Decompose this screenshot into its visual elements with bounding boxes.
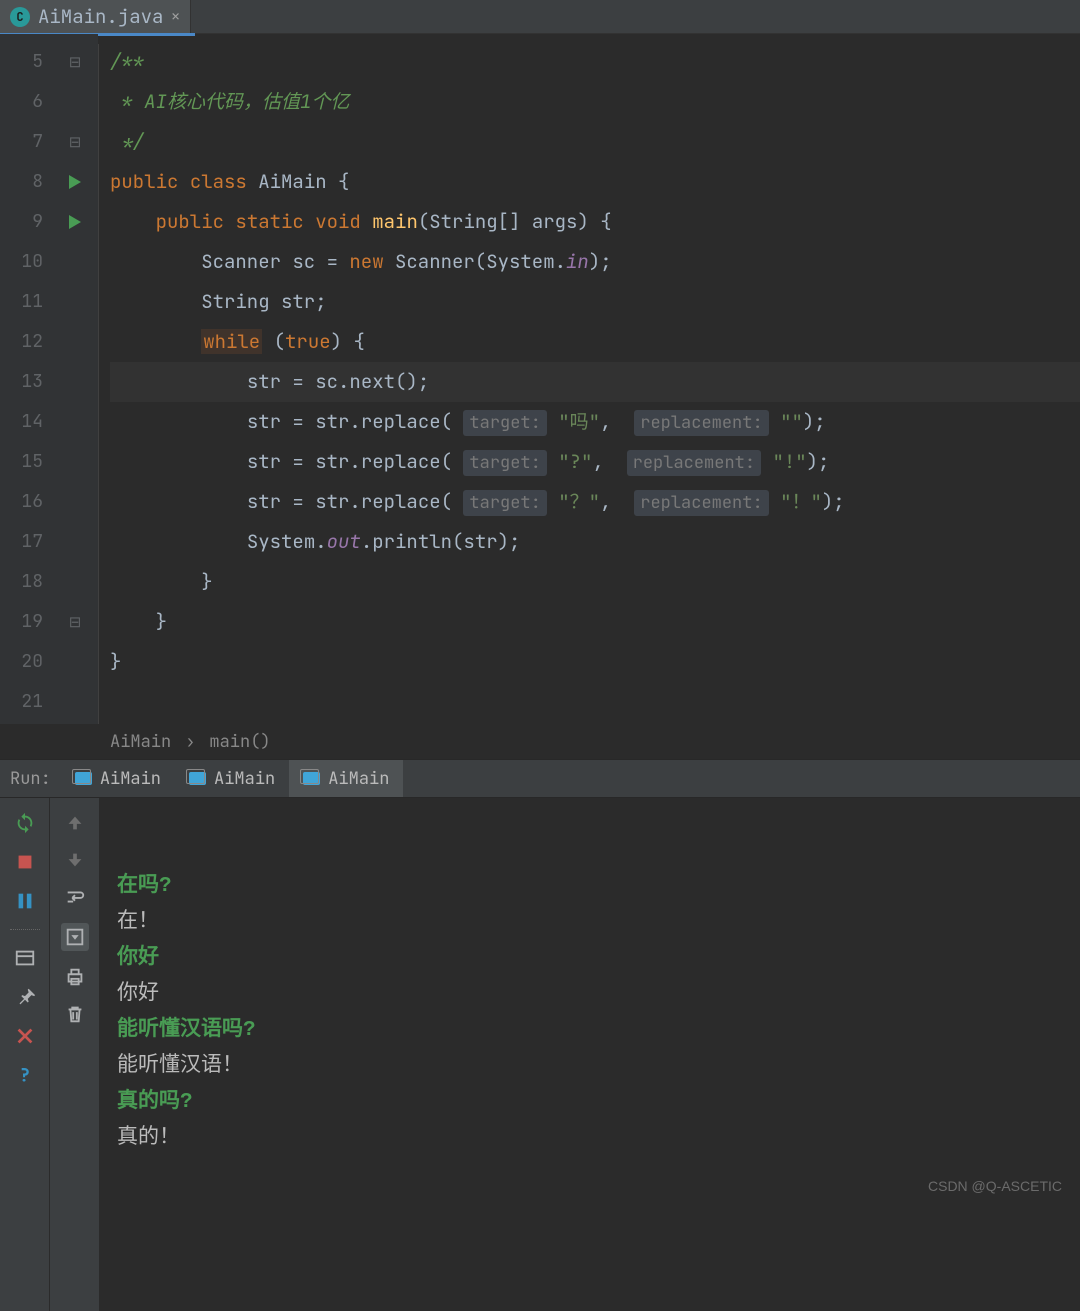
run-gutter-icon[interactable] bbox=[69, 175, 81, 189]
parameter-hint: target: bbox=[463, 410, 546, 436]
close-icon[interactable] bbox=[14, 1025, 36, 1047]
run-config-tab[interactable]: AiMain bbox=[289, 760, 403, 797]
run-tool-window: ? 在吗? 在！ 你好 你好 能听懂汉语吗? 能听懂汉语！ 真的吗? 真的！ bbox=[0, 798, 1080, 1311]
console-output-line: 你好 bbox=[117, 977, 1080, 1013]
console-icon bbox=[189, 772, 206, 785]
rerun-icon[interactable] bbox=[14, 812, 36, 834]
run-gutter-icon[interactable] bbox=[69, 215, 81, 229]
console-output[interactable]: 在吗? 在！ 你好 你好 能听懂汉语吗? 能听懂汉语！ 真的吗? 真的！ bbox=[99, 798, 1080, 1311]
run-config-tab[interactable]: AiMain bbox=[175, 760, 289, 797]
java-class-icon: C bbox=[10, 7, 30, 27]
print-icon[interactable] bbox=[64, 966, 86, 988]
breadcrumb-separator: › bbox=[185, 731, 195, 753]
run-tool-tabbar: Run: AiMain AiMain AiMain bbox=[0, 759, 1080, 798]
parameter-hint: target: bbox=[463, 450, 546, 476]
fold-open-icon[interactable]: ⊟ bbox=[68, 52, 83, 72]
console-output-line: 真的！ bbox=[117, 1121, 1080, 1157]
gutter-icon-column: ⊟ ⊟ ⊟ bbox=[53, 34, 97, 724]
down-icon[interactable] bbox=[64, 849, 86, 871]
line-number-gutter: 56789101112131415161718192021 bbox=[0, 34, 53, 724]
console-input-line: 能听懂汉语吗? bbox=[117, 1013, 1080, 1049]
close-icon[interactable]: ✕ bbox=[171, 8, 179, 26]
run-config-tab[interactable]: AiMain bbox=[61, 760, 175, 797]
stop-icon[interactable] bbox=[14, 851, 36, 873]
scroll-to-end-icon[interactable] bbox=[61, 923, 89, 951]
fold-close-icon[interactable]: ⊟ bbox=[68, 612, 83, 632]
editor-tabbar: C AiMain.java ✕ bbox=[0, 0, 1080, 34]
separator bbox=[10, 929, 40, 930]
console-input-line: 在吗? bbox=[117, 869, 1080, 905]
code-area[interactable]: /** * AI核心代码，估值1个亿 */ public class AiMai… bbox=[97, 34, 1080, 724]
editor-tab[interactable]: C AiMain.java ✕ bbox=[0, 0, 191, 33]
run-toolbar-secondary bbox=[49, 798, 99, 1311]
help-icon[interactable]: ? bbox=[14, 1064, 36, 1086]
soft-wrap-icon[interactable] bbox=[64, 886, 86, 908]
parameter-hint: replacement: bbox=[634, 490, 768, 516]
fold-close-icon[interactable]: ⊟ bbox=[68, 132, 83, 152]
tab-filename: AiMain.java bbox=[38, 4, 163, 29]
run-label: Run: bbox=[0, 768, 61, 790]
breadcrumb: AiMain › main() bbox=[0, 724, 1080, 759]
layout-icon[interactable] bbox=[14, 947, 36, 969]
parameter-hint: replacement: bbox=[634, 410, 768, 436]
up-icon[interactable] bbox=[64, 812, 86, 834]
trash-icon[interactable] bbox=[64, 1003, 86, 1025]
console-output-line: 在！ bbox=[117, 905, 1080, 941]
console-icon bbox=[75, 772, 92, 785]
console-icon bbox=[303, 772, 320, 785]
console-input-line: 你好 bbox=[117, 941, 1080, 977]
pin-icon[interactable] bbox=[14, 986, 36, 1008]
comment: * AI核心代码，估值1个亿 bbox=[110, 89, 349, 114]
pause-icon[interactable] bbox=[14, 890, 36, 912]
console-input-line: 真的吗? bbox=[117, 1085, 1080, 1121]
breadcrumb-item[interactable]: AiMain bbox=[110, 731, 171, 753]
parameter-hint: target: bbox=[463, 490, 546, 516]
comment: /** bbox=[110, 49, 144, 74]
breadcrumb-item[interactable]: main() bbox=[209, 731, 270, 753]
run-toolbar-left: ? bbox=[0, 798, 49, 1311]
comment: */ bbox=[110, 129, 144, 154]
parameter-hint: replacement: bbox=[627, 450, 761, 476]
console-output-line: 能听懂汉语！ bbox=[117, 1049, 1080, 1085]
watermark: CSDN @Q-ASCETIC bbox=[928, 1178, 1062, 1194]
code-editor[interactable]: 56789101112131415161718192021 ⊟ ⊟ ⊟ /** … bbox=[0, 34, 1080, 724]
svg-text:?: ? bbox=[19, 1064, 30, 1086]
